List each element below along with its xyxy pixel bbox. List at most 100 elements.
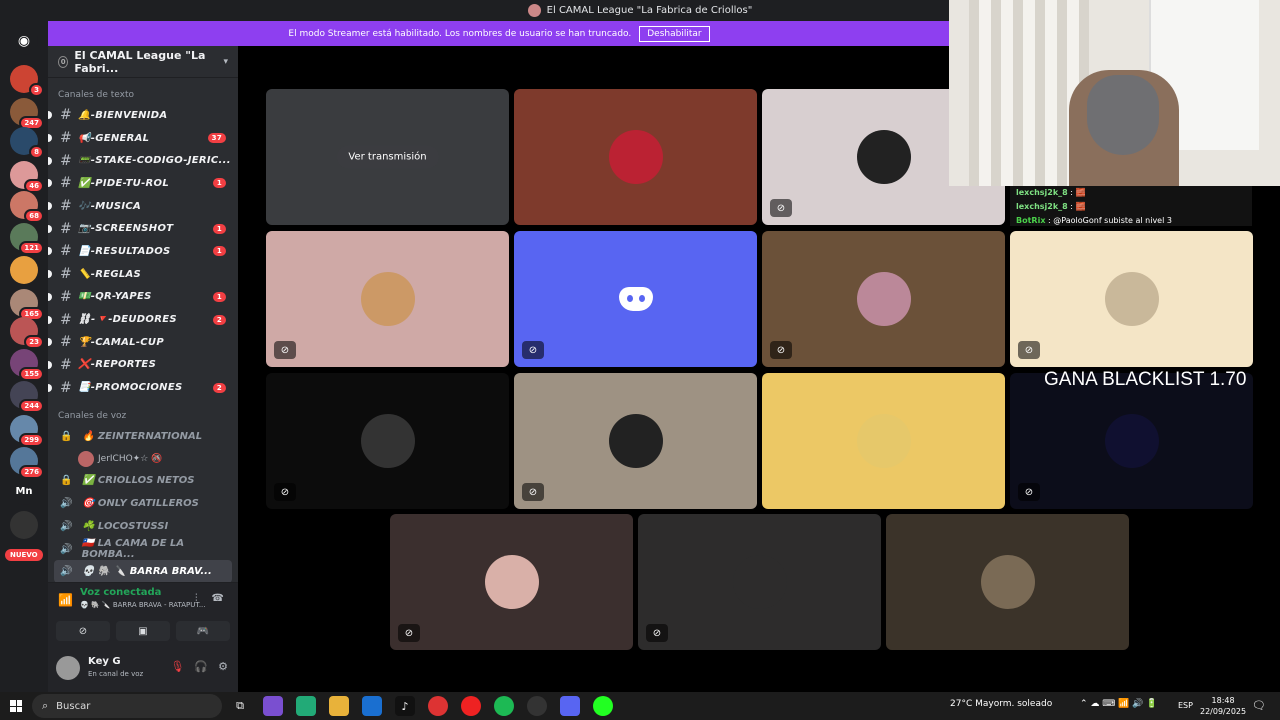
server-icon[interactable]: 68 [10,191,44,223]
server-icon[interactable]: 23 [10,317,44,349]
server-icon[interactable] [10,256,38,284]
participant-tile[interactable]: ⊘ [266,231,509,367]
text-channel-list: # 🔔-BIENVENIDA # 📢-GENERAL 37 # 📟-STAKE-CODIGO… [48,104,238,399]
screen-share-button[interactable]: ▣ [116,621,170,641]
channel-name: 📷-SCREENSHOT [78,223,174,235]
signal-icon[interactable]: 📶 [58,593,73,607]
noise-suppression-icon[interactable]: ⫶ [195,593,198,604]
taskbar-search[interactable]: ⌕ Buscar [32,694,222,718]
text-channels-category[interactable]: Canales de texto [48,86,238,104]
channel-item[interactable]: # 🏆-CAMAL-CUP [48,331,238,354]
voice-channels-category[interactable]: Canales de voz [48,407,238,425]
server-icon[interactable]: 46 [10,161,44,193]
mic-muted-icon[interactable]: 🎙 [170,660,184,673]
muted-icon: ⊘ [1018,341,1040,359]
server-icon[interactable]: 165 [10,289,44,321]
language-indicator[interactable]: ESP [1178,701,1193,710]
server-icon[interactable]: 8 [10,127,44,159]
webcam-overlay [949,0,1280,186]
task-view-icon[interactable]: ⧉ [230,696,250,716]
channel-item[interactable]: # 📟-STAKE-CODIGO-JERIC... [48,149,238,172]
tiktok-icon[interactable]: ♪ [395,696,415,716]
windows-taskbar: ⌕ Buscar ⧉ ♪ 27°C Mayorm. soleado ⌃ ☁ ⌨ … [0,692,1280,720]
participant-tile[interactable] [514,89,757,225]
voice-channel-active[interactable]: 🔊 💀 🐘 🔪 BARRA BRAV... [54,560,232,584]
avatar[interactable] [56,656,80,680]
overlay-text: GANA BLACKLIST 1.70 [1044,369,1247,390]
channel-item[interactable]: # 📄-RESULTADOS 1 [48,240,238,263]
media-app-icon[interactable] [461,696,481,716]
user-name[interactable]: Key G [88,656,121,667]
server-icon-mn[interactable]: Mn [10,477,38,505]
server-icon[interactable] [10,511,38,539]
outlook-icon[interactable] [362,696,382,716]
channel-item[interactable]: # 📏-REGLAS [48,263,238,286]
participant-tile[interactable]: ⊘ [762,231,1005,367]
clock[interactable]: 18:48 22/09/2025 [1200,695,1246,717]
camera-off-button[interactable]: ⊘ [56,621,110,641]
voice-channel[interactable]: 🔒 ✅ CRIOLLOS NETOS [48,470,238,493]
channel-item[interactable]: # 🎶-MUSICA [48,195,238,218]
server-icon[interactable]: 244 [10,381,44,413]
voice-connected-title[interactable]: Voz conectada [80,587,161,598]
participant-tile[interactable] [886,514,1129,650]
app-icon[interactable] [527,696,547,716]
channel-item[interactable]: # ✅-PIDE-TU-ROL 1 [48,172,238,195]
voice-channel[interactable]: 🔊 🇨🇱 LA CAMA DE LA BOMBA... [48,538,238,561]
notification-icon[interactable]: 🗨 [1252,699,1266,712]
deafen-icon[interactable]: 🎧 [194,660,208,673]
voice-channel[interactable]: 🔊 ☘️ LOCOSTUSSI [48,515,238,538]
obs-icon[interactable] [593,696,613,716]
weather-widget[interactable]: 27°C Mayorm. soleado [950,699,1052,709]
stream-tile[interactable]: Ver transmisión [266,89,509,225]
avatar [856,130,911,184]
copilot-icon[interactable] [263,696,283,716]
deafened-icon: ⊘ [522,341,544,359]
store-icon[interactable] [296,696,316,716]
participant-tile[interactable] [762,373,1005,509]
system-tray-icons[interactable]: ⌃ ☁ ⌨ 📶 🔊 🔋 [1080,699,1157,709]
voice-channel[interactable]: 🔒 🔥 ZEINTERNATIONAL [48,425,238,448]
server-icon[interactable]: 276 [10,447,44,479]
server-icon[interactable]: 3 [10,65,44,97]
gear-icon[interactable]: ⚙ [218,660,228,673]
server-icon[interactable]: 247 [10,98,44,130]
server-header[interactable]: 0 El CAMAL League "La Fabri... ▾ [48,46,238,78]
chrome-icon[interactable] [428,696,448,716]
speaker-icon: 🔊 [60,520,73,532]
server-icon[interactable]: 155 [10,349,44,381]
channel-item[interactable]: # ❌-REPORTES [48,354,238,377]
watch-stream-button[interactable]: Ver transmisión [336,145,439,169]
streamer-mode-banner: El modo Streamer está habilitado. Los no… [48,21,950,46]
activity-button[interactable]: 🎮 [176,621,230,641]
channel-item[interactable]: # 📑-PROMOCIONES 2 [48,376,238,399]
participant-tile[interactable]: ⊘ [638,514,881,650]
participant-tile[interactable]: ⊘ [266,373,509,509]
voice-user[interactable]: JerICHO✦☆ 🚳 [48,448,238,470]
channel-item[interactable]: # 📢-GENERAL 37 [48,127,238,150]
discord-taskbar-icon[interactable] [560,696,580,716]
disable-streamer-button[interactable]: Deshabilitar [639,25,710,42]
hash-icon: # [60,152,73,169]
participant-tile[interactable]: ⊘ [514,373,757,509]
channel-item[interactable]: # 📷-SCREENSHOT 1 [48,217,238,240]
voice-channel[interactable]: 🔊 🎯 ONLY GATILLEROS [48,492,238,515]
channel-item[interactable]: # ⛓-🔻-DEUDORES 2 [48,308,238,331]
file-explorer-icon[interactable] [329,696,349,716]
participant-tile[interactable]: ⊘ [390,514,633,650]
participant-tile[interactable]: ⊘ [514,231,757,367]
server-icon[interactable]: 121 [10,223,44,255]
server-icon[interactable]: 299 [10,415,44,447]
disconnect-icon[interactable]: ☎ [212,593,224,604]
voice-connected-channel[interactable]: 💀 🐘 🔪 BARRA BRAVA - RATAPUT... [80,601,206,609]
channel-item[interactable]: # 🔔-BIENVENIDA [48,104,238,127]
channel-item[interactable]: # 💵-QR-YAPES 1 [48,286,238,309]
windows-start-icon[interactable] [10,700,22,712]
mention-badge: 2 [212,382,226,393]
channel-name: 🎶-MUSICA [78,200,142,212]
discord-home-icon[interactable]: ◉ [10,27,38,55]
spotify-icon[interactable] [494,696,514,716]
participant-tile[interactable]: ⊘ [1010,373,1253,509]
unread-indicator [48,383,52,392]
participant-tile[interactable]: ⊘ [1010,231,1253,367]
